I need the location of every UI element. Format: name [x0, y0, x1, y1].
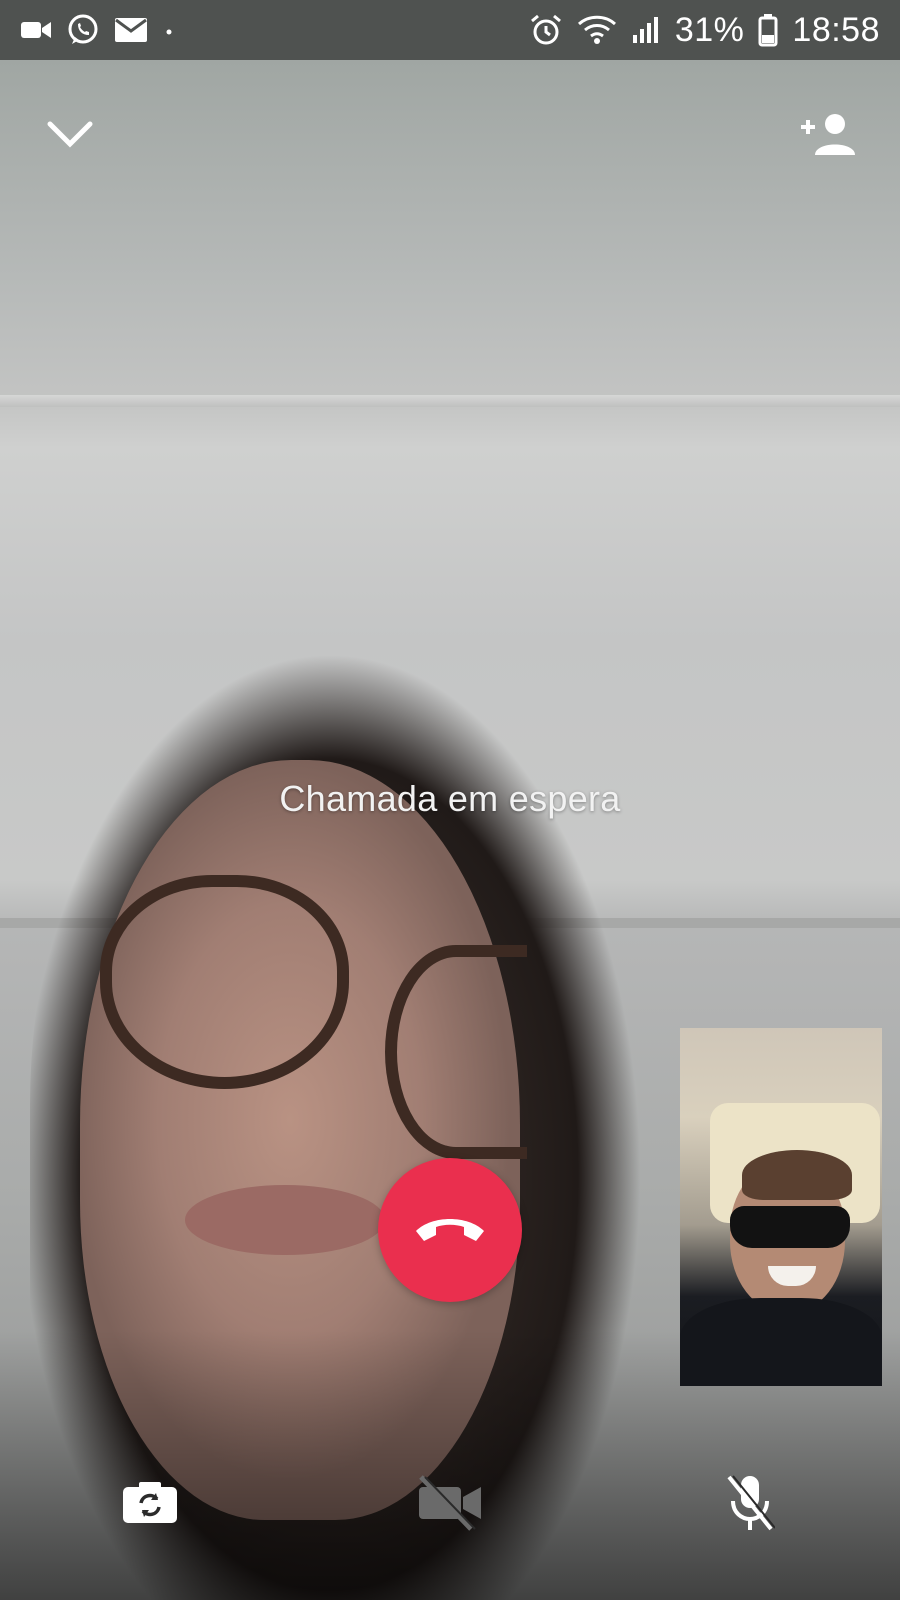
- video-off-icon: [415, 1474, 485, 1536]
- call-status-label: Chamada em espera: [279, 778, 621, 819]
- battery-icon: [758, 13, 778, 47]
- chevron-down-icon: [46, 119, 94, 154]
- self-video-preview[interactable]: [680, 1028, 882, 1386]
- status-bar: 31% 18:58: [0, 0, 900, 60]
- minimize-call-button[interactable]: [34, 100, 106, 172]
- self-preview-sunglasses: [730, 1206, 850, 1248]
- mail-icon: [114, 16, 148, 44]
- video-camera-icon: [20, 18, 52, 42]
- self-preview-hair: [742, 1150, 852, 1200]
- remote-person-glasses-left: [100, 875, 349, 1089]
- battery-percent: 31%: [674, 10, 745, 49]
- status-bar-system: 31% 18:58: [529, 11, 880, 50]
- mute-button[interactable]: [710, 1465, 790, 1545]
- end-call-button[interactable]: [378, 1158, 522, 1302]
- alarm-icon: [529, 13, 563, 47]
- mic-off-icon: [725, 1473, 776, 1538]
- switch-camera-button[interactable]: [110, 1465, 190, 1545]
- ceiling-edge: [0, 395, 900, 407]
- self-preview-shirt: [680, 1298, 882, 1386]
- wifi-icon: [577, 14, 617, 46]
- status-bar-notifications: [20, 13, 176, 47]
- add-person-icon: [797, 111, 859, 162]
- clock: 18:58: [792, 10, 880, 49]
- toggle-video-button[interactable]: [410, 1465, 490, 1545]
- add-participant-button[interactable]: [792, 100, 864, 172]
- whatsapp-icon: [66, 13, 100, 47]
- signal-icon: [631, 15, 661, 45]
- dot-icon: [162, 23, 176, 37]
- switch-camera-icon: [121, 1481, 179, 1530]
- phone-hangup-icon: [412, 1211, 488, 1250]
- remote-person-lips: [185, 1185, 385, 1255]
- remote-person-glasses-right: [385, 945, 527, 1159]
